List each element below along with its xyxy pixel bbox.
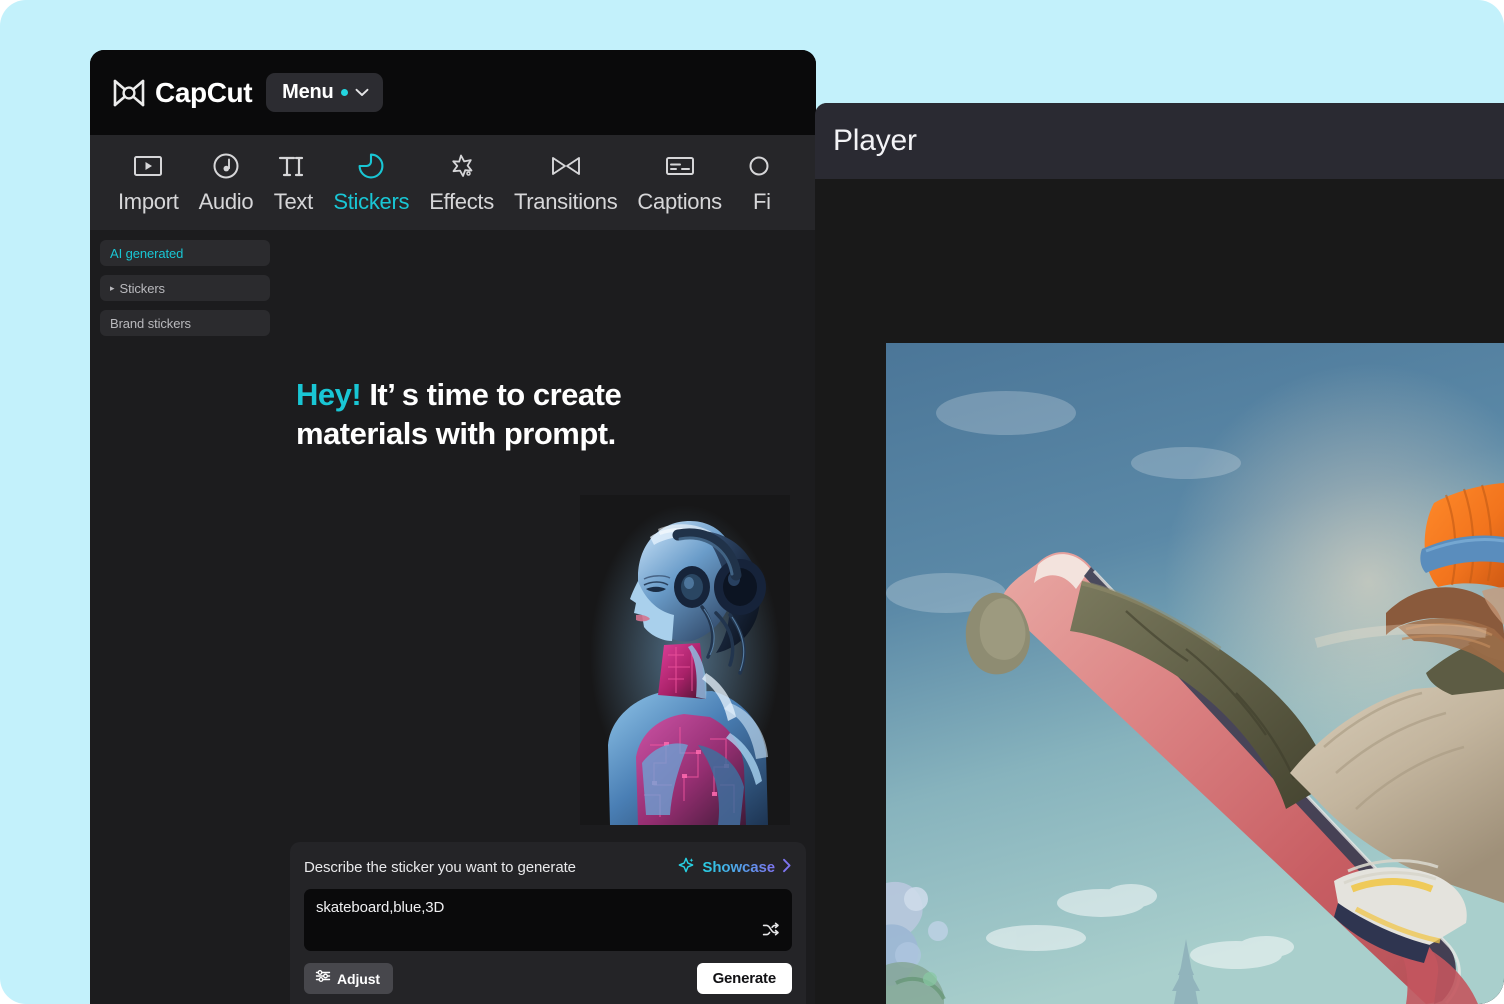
capcut-toolbar: Import Audio	[90, 135, 816, 230]
captions-icon	[665, 151, 695, 181]
toolbar-label: Fi	[753, 189, 771, 215]
menu-button[interactable]: Menu	[266, 73, 382, 112]
sidebar-item-ai-generated[interactable]: AI generated	[100, 240, 270, 266]
ai-robot-preview-image	[580, 495, 790, 825]
player-header: Player	[815, 103, 1504, 179]
generate-button[interactable]: Generate	[697, 963, 792, 994]
import-icon	[133, 151, 163, 181]
prompt-panel-header: Describe the sticker you want to generat…	[304, 856, 792, 879]
toolbar-item-transitions[interactable]: Transitions	[504, 151, 627, 215]
capcut-panel-row: AI generated ▸ Stickers Brand stickers H…	[90, 230, 816, 1004]
toolbar-label: Audio	[199, 189, 254, 215]
toolbar-item-effects[interactable]: Effects	[419, 151, 504, 215]
capcut-window: CapCut Menu	[90, 50, 816, 1004]
toolbar-item-filters[interactable]: Fi	[732, 151, 792, 215]
capcut-titlebar: CapCut Menu	[90, 50, 816, 135]
audio-icon	[212, 151, 240, 181]
chevron-down-icon	[355, 88, 369, 97]
prompt-input-value: skateboard,blue,3D	[316, 899, 444, 916]
toolbar-item-stickers[interactable]: Stickers	[323, 151, 419, 215]
toolbar-item-captions[interactable]: Captions	[627, 151, 731, 215]
sidebar-item-label: Stickers	[120, 281, 165, 296]
toolbar-label: Text	[274, 189, 313, 215]
hero-heading: Hey! It’ s time to create materials with…	[296, 375, 626, 454]
menu-status-dot-icon	[341, 89, 348, 96]
prompt-panel: Describe the sticker you want to generat…	[290, 842, 806, 1004]
sidebar-item-brand-stickers[interactable]: Brand stickers	[100, 310, 270, 336]
prompt-input[interactable]: skateboard,blue,3D	[304, 889, 792, 951]
screenshot-canvas: CapCut Menu	[0, 0, 1504, 1004]
toolbar-item-import[interactable]: Import	[108, 151, 189, 215]
prompt-label: Describe the sticker you want to generat…	[304, 859, 576, 876]
toolbar-label: Effects	[429, 189, 494, 215]
toolbar-label: Captions	[637, 189, 721, 215]
sidebar-item-label: Brand stickers	[110, 316, 191, 331]
adjust-button[interactable]: Adjust	[304, 963, 393, 994]
toolbar-item-text[interactable]: Text	[263, 151, 323, 215]
player-stage	[815, 179, 1504, 1004]
hero-heading-highlight: Hey!	[296, 377, 361, 412]
text-icon	[277, 151, 309, 181]
toolbar-item-audio[interactable]: Audio	[189, 151, 264, 215]
capcut-body: Import Audio	[90, 135, 816, 1004]
filters-icon	[748, 151, 776, 181]
shuffle-icon[interactable]	[762, 922, 780, 943]
sparkle-icon	[677, 856, 695, 879]
capcut-logo-icon	[112, 78, 146, 108]
transitions-icon	[550, 151, 582, 181]
capcut-brand-name: CapCut	[155, 77, 252, 109]
menu-button-label: Menu	[282, 81, 333, 104]
stickers-icon	[357, 151, 385, 181]
player-window: Player	[815, 103, 1504, 1004]
sidebar-item-stickers[interactable]: ▸ Stickers	[100, 275, 270, 301]
showcase-label: Showcase	[702, 859, 775, 876]
ai-generated-content-area: Hey! It’ s time to create materials with…	[280, 230, 816, 1004]
effects-icon	[448, 151, 476, 181]
expand-triangle-icon: ▸	[110, 284, 115, 293]
sidebar-item-label: AI generated	[110, 246, 183, 261]
prompt-actions: Adjust Generate	[304, 963, 792, 994]
sliders-icon	[315, 969, 331, 988]
capcut-brand: CapCut	[112, 77, 252, 109]
video-preview[interactable]	[886, 343, 1504, 1004]
showcase-link[interactable]: Showcase	[677, 856, 792, 879]
capcut-sidebar: AI generated ▸ Stickers Brand stickers	[90, 230, 280, 1004]
toolbar-label: Transitions	[514, 189, 617, 215]
toolbar-label: Stickers	[333, 189, 409, 215]
player-title: Player	[833, 124, 917, 158]
toolbar-label: Import	[118, 189, 179, 215]
adjust-button-label: Adjust	[337, 971, 380, 987]
chevron-right-icon	[782, 858, 792, 878]
